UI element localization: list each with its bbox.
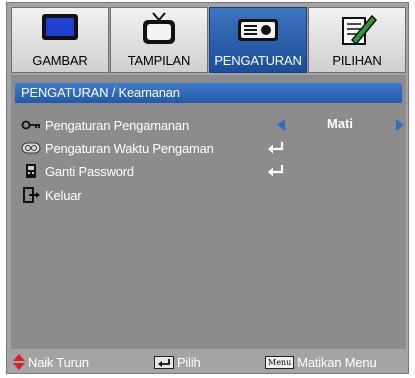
tv-icon — [143, 12, 175, 44]
hint-navigate: Naik Turun — [13, 353, 89, 371]
menu-item-label: Keluar — [45, 187, 82, 203]
tab-label: GAMBAR — [32, 53, 88, 68]
menu-item-pengaturan-pengamanan[interactable]: Pengaturan Pengamanan Mati — [21, 115, 406, 135]
panel-title: PENGATURAN / Keamanan — [15, 83, 402, 103]
tab-label: PENGATURAN — [214, 53, 302, 68]
menu-key-icon: Menu — [265, 355, 295, 369]
hint-navigate-label: Naik Turun — [28, 354, 89, 370]
tab-bar: GAMBAR TAMPILAN PENGATURAN PILIHAN — [11, 7, 406, 73]
osd-menu: GAMBAR TAMPILAN PENGATURAN PILIHAN PENGA… — [6, 2, 409, 374]
tab-tampilan[interactable]: TAMPILAN — [110, 7, 208, 73]
menu-item-label: Pengaturan Pengamanan — [45, 117, 189, 133]
projector-icon — [238, 19, 278, 41]
menu-item-keluar[interactable]: Keluar — [21, 185, 406, 205]
timer-icon — [21, 142, 41, 154]
key-icon — [21, 120, 40, 130]
menu-item-label: Pengaturan Waktu Pengaman — [45, 140, 214, 156]
security-value: Mati — [327, 116, 353, 131]
keypad-icon — [26, 164, 36, 178]
hint-select: Pilih — [154, 353, 201, 371]
footer-hints: Naik Turun Pilih Menu Matikan Menu — [11, 353, 406, 371]
tab-pengaturan[interactable]: PENGATURAN — [209, 7, 307, 73]
up-down-arrow-icon — [13, 354, 25, 370]
monitor-icon — [42, 14, 78, 40]
hint-exit-label: Matikan Menu — [297, 354, 377, 370]
tab-label: TAMPILAN — [127, 53, 191, 68]
enter-key-icon — [154, 355, 174, 369]
right-arrow-icon[interactable] — [396, 119, 404, 131]
menu-item-ganti-password[interactable]: Ganti Password — [21, 161, 406, 181]
tab-pilihan[interactable]: PILIHAN — [308, 7, 406, 73]
menu-item-pengaturan-waktu-pengaman[interactable]: Pengaturan Waktu Pengaman — [21, 138, 406, 158]
tab-label: PILIHAN — [332, 53, 382, 68]
tab-gambar[interactable]: GAMBAR — [11, 7, 109, 73]
notepad-pencil-icon — [342, 14, 378, 46]
exit-icon — [23, 187, 40, 203]
settings-panel: PENGATURAN / Keamanan Pengaturan Pengama… — [11, 75, 406, 349]
left-arrow-icon[interactable] — [277, 119, 285, 131]
hint-select-label: Pilih — [177, 354, 201, 370]
menu-item-label: Ganti Password — [45, 163, 134, 179]
hint-exit-menu: Menu Matikan Menu — [265, 353, 377, 371]
enter-icon — [268, 142, 284, 154]
enter-icon — [268, 165, 284, 177]
